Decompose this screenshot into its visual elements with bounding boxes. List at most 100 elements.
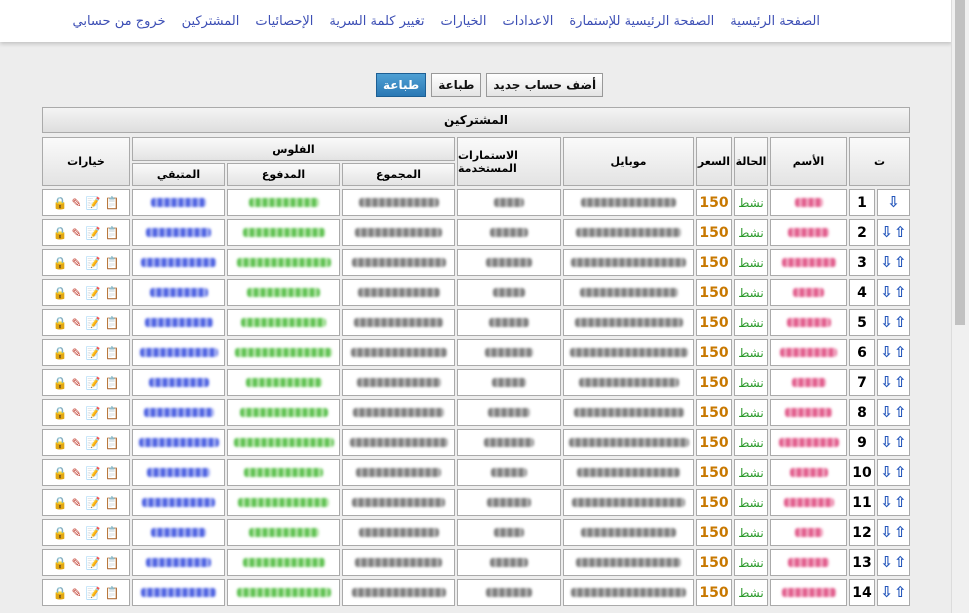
document-icon[interactable]: 📋 (105, 587, 120, 599)
pencil-icon[interactable]: ✎ (71, 317, 81, 329)
pencil-icon[interactable]: ✎ (71, 437, 81, 449)
edit-note-icon[interactable]: 📝 (86, 227, 101, 239)
arrow-down-icon[interactable]: ⇩ (880, 405, 893, 420)
print-button-primary[interactable]: طباعة (376, 73, 427, 97)
arrow-down-icon[interactable]: ⇩ (880, 225, 893, 240)
lock-icon[interactable]: 🔒 (53, 557, 68, 569)
pencil-icon[interactable]: ✎ (71, 287, 81, 299)
arrow-down-icon[interactable]: ⇩ (887, 195, 900, 210)
arrow-down-icon[interactable]: ⇩ (880, 555, 893, 570)
arrow-up-icon[interactable]: ⇧ (894, 375, 907, 390)
arrow-up-icon[interactable]: ⇧ (894, 255, 907, 270)
edit-note-icon[interactable]: 📝 (86, 197, 101, 209)
pencil-icon[interactable]: ✎ (71, 257, 81, 269)
lock-icon[interactable]: 🔒 (53, 257, 68, 269)
document-icon[interactable]: 📋 (105, 437, 120, 449)
lock-icon[interactable]: 🔒 (53, 497, 68, 509)
edit-note-icon[interactable]: 📝 (86, 287, 101, 299)
arrow-down-icon[interactable]: ⇩ (880, 315, 893, 330)
lock-icon[interactable]: 🔒 (53, 467, 68, 479)
move-row-control[interactable]: ⇩ ⇧ (877, 549, 910, 576)
arrow-up-icon[interactable]: ⇧ (894, 495, 907, 510)
arrow-up-icon[interactable]: ⇧ (894, 285, 907, 300)
arrow-down-icon[interactable]: ⇩ (880, 585, 893, 600)
move-row-control[interactable]: ⇩ ⇧ (877, 519, 910, 546)
lock-icon[interactable]: 🔒 (53, 197, 68, 209)
nav-statistics[interactable]: الإحصائيات (255, 14, 313, 29)
arrow-up-icon[interactable]: ⇧ (894, 435, 907, 450)
edit-note-icon[interactable]: 📝 (86, 347, 101, 359)
move-row-control[interactable]: ⇩ ⇧ (877, 279, 910, 306)
pencil-icon[interactable]: ✎ (71, 377, 81, 389)
document-icon[interactable]: 📋 (105, 467, 120, 479)
arrow-up-icon[interactable]: ⇧ (894, 345, 907, 360)
pencil-icon[interactable]: ✎ (71, 227, 81, 239)
print-button[interactable]: طباعة (431, 73, 482, 97)
pencil-icon[interactable]: ✎ (71, 497, 81, 509)
nav-options[interactable]: الخيارات (441, 14, 487, 29)
edit-note-icon[interactable]: 📝 (86, 317, 101, 329)
document-icon[interactable]: 📋 (105, 287, 120, 299)
arrow-down-icon[interactable]: ⇩ (880, 495, 893, 510)
lock-icon[interactable]: 🔒 (53, 527, 68, 539)
document-icon[interactable]: 📋 (105, 317, 120, 329)
edit-note-icon[interactable]: 📝 (86, 497, 101, 509)
pencil-icon[interactable]: ✎ (71, 467, 81, 479)
nav-change-password[interactable]: تغيير كلمة السرية (329, 14, 424, 29)
edit-note-icon[interactable]: 📝 (86, 377, 101, 389)
pencil-icon[interactable]: ✎ (71, 557, 81, 569)
move-row-control[interactable]: ⇩ ⇧ (877, 339, 910, 366)
lock-icon[interactable]: 🔒 (53, 407, 68, 419)
move-row-control[interactable]: ⇩ (877, 189, 910, 216)
arrow-down-icon[interactable]: ⇩ (880, 525, 893, 540)
edit-note-icon[interactable]: 📝 (86, 407, 101, 419)
move-row-control[interactable]: ⇩ ⇧ (877, 429, 910, 456)
arrow-down-icon[interactable]: ⇩ (880, 255, 893, 270)
lock-icon[interactable]: 🔒 (53, 437, 68, 449)
arrow-down-icon[interactable]: ⇩ (880, 285, 893, 300)
document-icon[interactable]: 📋 (105, 557, 120, 569)
move-row-control[interactable]: ⇩ ⇧ (877, 459, 910, 486)
edit-note-icon[interactable]: 📝 (86, 257, 101, 269)
nav-subscribers[interactable]: المشتركين (182, 14, 240, 29)
arrow-down-icon[interactable]: ⇩ (880, 375, 893, 390)
arrow-up-icon[interactable]: ⇧ (894, 555, 907, 570)
arrow-down-icon[interactable]: ⇩ (880, 465, 893, 480)
page-scrollbar[interactable] (951, 0, 969, 613)
edit-note-icon[interactable]: 📝 (86, 527, 101, 539)
pencil-icon[interactable]: ✎ (71, 527, 81, 539)
nav-home[interactable]: الصفحة الرئيسية (730, 14, 820, 29)
lock-icon[interactable]: 🔒 (53, 347, 68, 359)
scrollbar-thumb[interactable] (955, 0, 965, 325)
document-icon[interactable]: 📋 (105, 497, 120, 509)
move-row-control[interactable]: ⇩ ⇧ (877, 579, 910, 606)
edit-note-icon[interactable]: 📝 (86, 557, 101, 569)
nav-settings[interactable]: الاعدادات (503, 14, 554, 29)
add-account-button[interactable]: أضف حساب جديد (486, 73, 604, 97)
lock-icon[interactable]: 🔒 (53, 287, 68, 299)
lock-icon[interactable]: 🔒 (53, 317, 68, 329)
arrow-up-icon[interactable]: ⇧ (894, 405, 907, 420)
nav-form-home[interactable]: الصفحة الرئيسية للإستمارة (569, 14, 714, 29)
arrow-down-icon[interactable]: ⇩ (880, 345, 893, 360)
arrow-down-icon[interactable]: ⇩ (880, 435, 893, 450)
pencil-icon[interactable]: ✎ (71, 197, 81, 209)
arrow-up-icon[interactable]: ⇧ (894, 225, 907, 240)
move-row-control[interactable]: ⇩ ⇧ (877, 309, 910, 336)
document-icon[interactable]: 📋 (105, 257, 120, 269)
document-icon[interactable]: 📋 (105, 407, 120, 419)
move-row-control[interactable]: ⇩ ⇧ (877, 399, 910, 426)
nav-logout[interactable]: خروج من حسابي (73, 14, 166, 29)
lock-icon[interactable]: 🔒 (53, 227, 68, 239)
move-row-control[interactable]: ⇩ ⇧ (877, 249, 910, 276)
document-icon[interactable]: 📋 (105, 227, 120, 239)
lock-icon[interactable]: 🔒 (53, 587, 68, 599)
move-row-control[interactable]: ⇩ ⇧ (877, 219, 910, 246)
pencil-icon[interactable]: ✎ (71, 347, 81, 359)
arrow-up-icon[interactable]: ⇧ (894, 525, 907, 540)
edit-note-icon[interactable]: 📝 (86, 587, 101, 599)
document-icon[interactable]: 📋 (105, 377, 120, 389)
pencil-icon[interactable]: ✎ (71, 587, 81, 599)
edit-note-icon[interactable]: 📝 (86, 467, 101, 479)
move-row-control[interactable]: ⇩ ⇧ (877, 369, 910, 396)
